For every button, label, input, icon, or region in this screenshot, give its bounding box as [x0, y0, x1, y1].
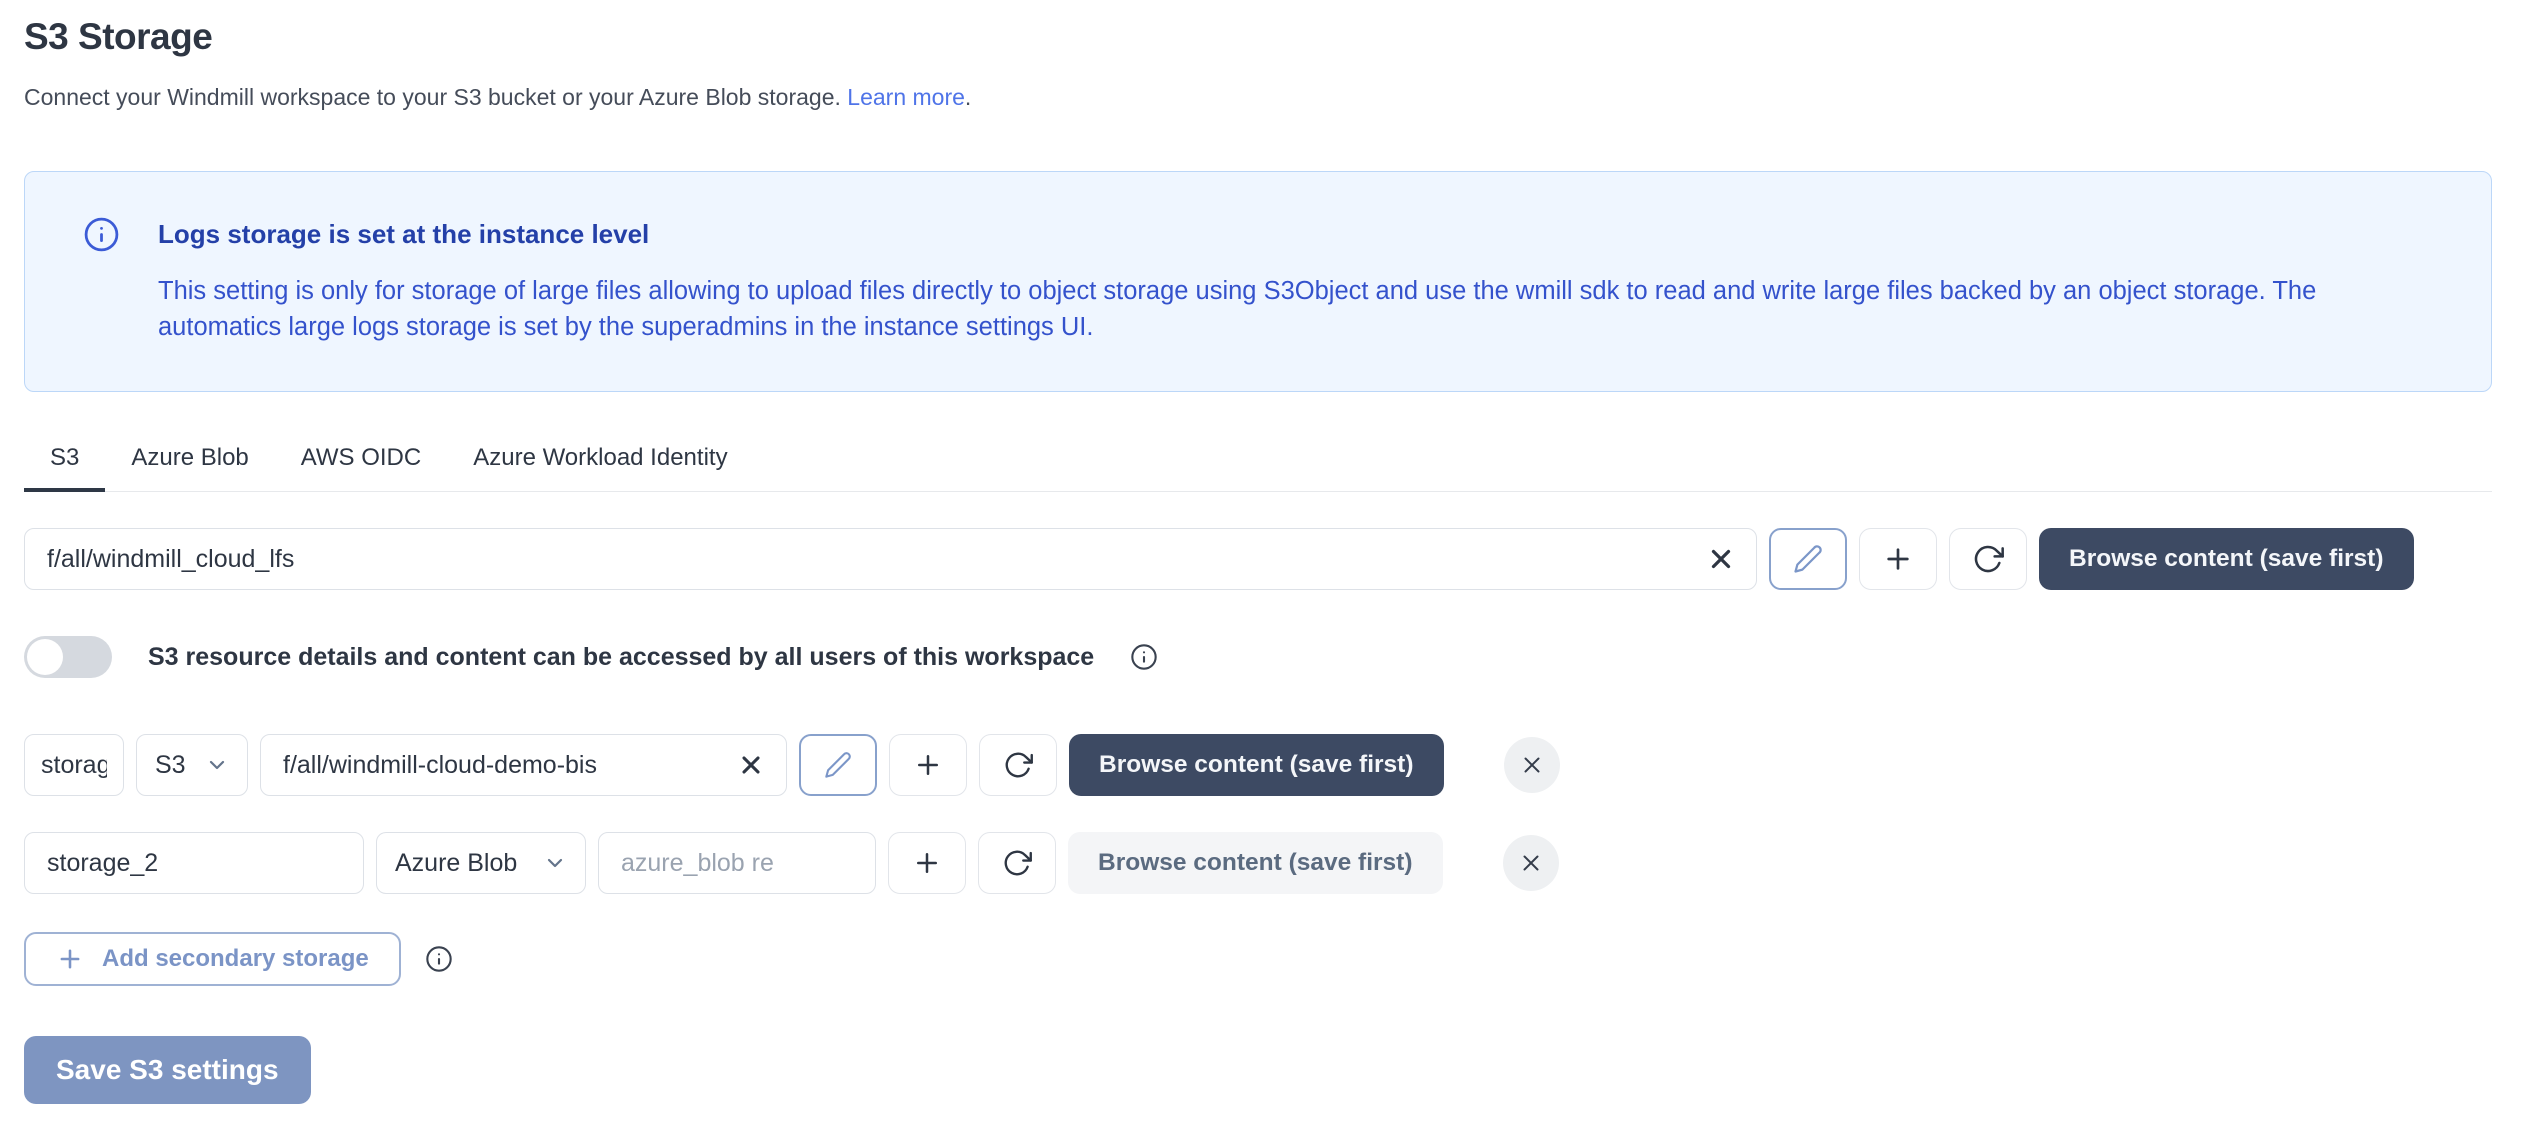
toggle-knob [27, 639, 63, 675]
clear-resource-button[interactable] [729, 734, 773, 796]
workspace-share-toggle[interactable] [24, 636, 112, 678]
refresh-resources-button[interactable] [978, 832, 1056, 894]
plus-icon [912, 848, 942, 878]
chevron-down-icon [205, 753, 229, 777]
close-icon [1518, 850, 1544, 876]
learn-more-link[interactable]: Learn more [847, 84, 965, 110]
edit-resource-button[interactable] [799, 734, 877, 796]
storage-resource-input[interactable] [598, 832, 876, 894]
subtitle-text: Connect your Windmill workspace to your … [24, 84, 841, 110]
add-secondary-storage-button[interactable]: Add secondary storage [24, 932, 401, 986]
subtitle-period: . [965, 84, 971, 110]
plus-icon [56, 945, 84, 973]
x-icon [737, 751, 765, 779]
page-title: S3 Storage [24, 16, 2500, 58]
storage-type-select[interactable]: S3 [136, 734, 248, 796]
primary-resource-input[interactable] [24, 528, 1757, 590]
browse-content-button[interactable]: Browse content (save first) [1069, 734, 1444, 796]
pencil-icon [824, 751, 852, 779]
edit-resource-button[interactable] [1769, 528, 1847, 590]
tab-aws-oidc[interactable]: AWS OIDC [275, 444, 447, 492]
remove-storage-button[interactable] [1504, 737, 1560, 793]
storage-name-input[interactable] [24, 832, 364, 894]
refresh-icon [1972, 543, 2004, 575]
chevron-down-icon [543, 851, 567, 875]
storage-type-value: Azure Blob [395, 849, 517, 878]
add-resource-button[interactable] [888, 832, 966, 894]
share-toggle-label: S3 resource details and content can be a… [148, 643, 1094, 672]
alert-body: This setting is only for storage of larg… [83, 273, 2383, 345]
tab-azure-blob[interactable]: Azure Blob [105, 444, 274, 492]
plus-icon [1882, 543, 1914, 575]
remove-storage-button[interactable] [1503, 835, 1559, 891]
storage-type-tabs: S3 Azure Blob AWS OIDC Azure Workload Id… [24, 444, 2492, 492]
storage-resource-input[interactable] [260, 734, 787, 796]
add-secondary-row: Add secondary storage [24, 932, 2500, 986]
secondary-storage-row-2: Azure Blob Browse content (save first) [24, 832, 2500, 894]
primary-storage-row: Browse content (save first) [24, 528, 2500, 590]
refresh-icon [1003, 750, 1033, 780]
share-info-icon[interactable] [1130, 643, 1158, 671]
browse-content-button[interactable]: Browse content (save first) [2039, 528, 2414, 590]
refresh-icon [1002, 848, 1032, 878]
s3-storage-settings-page: S3 Storage Connect your Windmill workspa… [0, 0, 2530, 1104]
secondary-storage-row-1: S3 Browse [24, 734, 2500, 796]
alert-title: Logs storage is set at the instance leve… [158, 219, 649, 250]
storage-type-select[interactable]: Azure Blob [376, 832, 586, 894]
plus-icon [913, 750, 943, 780]
close-icon [1519, 752, 1545, 778]
share-toggle-row: S3 resource details and content can be a… [24, 636, 2500, 678]
save-s3-settings-button[interactable]: Save S3 settings [24, 1036, 311, 1104]
x-icon [1706, 544, 1736, 574]
add-resource-button[interactable] [1859, 528, 1937, 590]
storage-name-input[interactable] [24, 734, 124, 796]
refresh-resources-button[interactable] [1949, 528, 2027, 590]
add-secondary-label: Add secondary storage [102, 945, 369, 973]
add-resource-button[interactable] [889, 734, 967, 796]
refresh-resources-button[interactable] [979, 734, 1057, 796]
info-alert: Logs storage is set at the instance leve… [24, 171, 2492, 392]
page-subtitle: Connect your Windmill workspace to your … [24, 84, 2500, 111]
browse-content-button[interactable]: Browse content (save first) [1068, 832, 1443, 894]
clear-resource-button[interactable] [1699, 528, 1743, 590]
pencil-icon [1793, 544, 1823, 574]
info-icon [83, 216, 120, 253]
storage-type-value: S3 [155, 751, 186, 780]
tab-s3[interactable]: S3 [24, 444, 105, 492]
add-secondary-info-icon[interactable] [425, 945, 453, 973]
tab-azure-workload-identity[interactable]: Azure Workload Identity [447, 444, 753, 492]
